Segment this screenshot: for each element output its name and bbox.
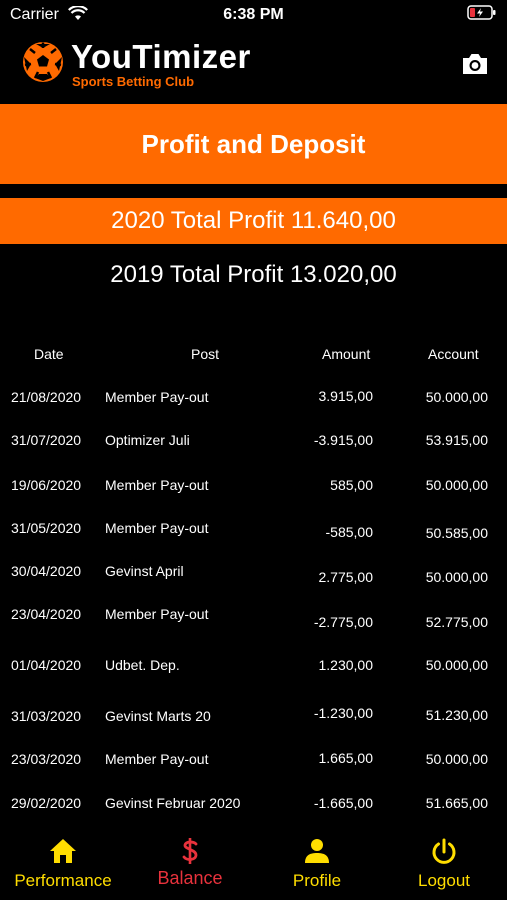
power-icon (430, 838, 458, 871)
tab-logout[interactable]: Logout (381, 826, 507, 900)
row-date: 19/06/2020 (11, 477, 82, 493)
table-row[interactable]: 31/05/2020 Member Pay-out -585,00 50.585… (0, 520, 507, 564)
home-icon (49, 838, 77, 869)
row-amount: -1.230,00 (313, 705, 373, 721)
table-row[interactable]: 19/06/2020 Member Pay-out 585,00 50.000,… (0, 477, 507, 521)
tab-profile-label: Profile (292, 871, 342, 890)
row-date: 31/03/2020 (11, 708, 82, 724)
row-account: 50.000,00 (425, 751, 488, 767)
row-amount: 3.915,00 (318, 388, 374, 404)
column-header-account: Account (428, 346, 479, 362)
row-account: 50.000,00 (425, 657, 488, 673)
tab-performance[interactable]: Performance (0, 826, 126, 900)
row-account: 50.000,00 (425, 389, 488, 405)
dollar-icon (181, 837, 199, 870)
profit-2019-summary: 2019 Total Profit 13.020,00 (110, 261, 397, 288)
brand-title: YouTimizer (71, 38, 251, 75)
row-amount: 1.230,00 (318, 657, 374, 673)
tab-logout-label: Logout (418, 871, 470, 890)
page-title-banner: Profit and Deposit (0, 104, 507, 184)
row-amount: 2.775,00 (318, 569, 374, 585)
tab-balance[interactable]: Balance (127, 826, 253, 900)
row-date: 31/05/2020 (11, 520, 82, 536)
row-account: 52.775,00 (425, 614, 488, 630)
table-row[interactable]: 31/07/2020 Optimizer Juli -3.915,00 53.9… (0, 432, 507, 476)
table-row[interactable]: 01/04/2020 Udbet. Dep. 1.230,00 50.000,0… (0, 657, 507, 701)
row-date: 23/04/2020 (11, 606, 82, 622)
row-account: 50.000,00 (425, 569, 488, 585)
row-date: 29/02/2020 (11, 795, 82, 811)
soccer-ball-icon (22, 41, 64, 83)
column-header-amount: Amount (322, 346, 371, 362)
tab-bar: Performance Balance Profile Logout (0, 826, 507, 900)
table-row[interactable]: 21/08/2020 Member Pay-out 3.915,00 50.00… (0, 388, 507, 433)
row-account: 50.000,00 (425, 477, 488, 493)
row-date: 30/04/2020 (11, 563, 82, 579)
tab-balance-label: Balance (157, 868, 223, 888)
row-account: 51.230,00 (425, 707, 488, 723)
profit-2020-summary: 2020 Total Profit 11.640,00 (0, 198, 507, 244)
row-date: 31/07/2020 (11, 432, 82, 448)
row-amount: 585,00 (330, 477, 373, 493)
status-bar: Carrier 6:38 PM (0, 0, 507, 30)
row-account: 53.915,00 (425, 432, 488, 448)
column-header-post: Post (191, 346, 220, 362)
row-date: 21/08/2020 (11, 389, 82, 405)
person-icon (304, 838, 330, 869)
row-date: 01/04/2020 (11, 657, 82, 673)
table-row[interactable]: 23/03/2020 Member Pay-out 1.665,00 50.00… (0, 750, 507, 795)
row-account: 51.665,00 (425, 795, 488, 811)
row-amount: -2.775,00 (313, 614, 373, 630)
row-amount: -1.665,00 (313, 795, 373, 811)
row-date: 23/03/2020 (11, 751, 82, 767)
row-amount: 1.665,00 (318, 750, 374, 766)
tab-profile[interactable]: Profile (254, 826, 380, 900)
column-header-date: Date (34, 346, 64, 362)
row-account: 50.585,00 (425, 525, 488, 541)
table-row[interactable]: 23/04/2020 Member Pay-out -2.775,00 52.7… (0, 606, 507, 650)
table-row[interactable]: 31/03/2020 Gevinst Marts 20 -1.230,00 51… (0, 705, 507, 752)
table-row[interactable]: 30/04/2020 Gevinst April 2.775,00 50.000… (0, 563, 507, 607)
brand-tagline: Sports Betting Club (72, 74, 195, 89)
row-amount: -3.915,00 (313, 432, 373, 448)
camera-icon[interactable] (461, 52, 489, 76)
row-amount: -585,00 (325, 524, 373, 540)
battery-icon (467, 5, 497, 21)
clock: 6:38 PM (223, 6, 284, 23)
tab-performance-label: Performance (14, 871, 112, 890)
